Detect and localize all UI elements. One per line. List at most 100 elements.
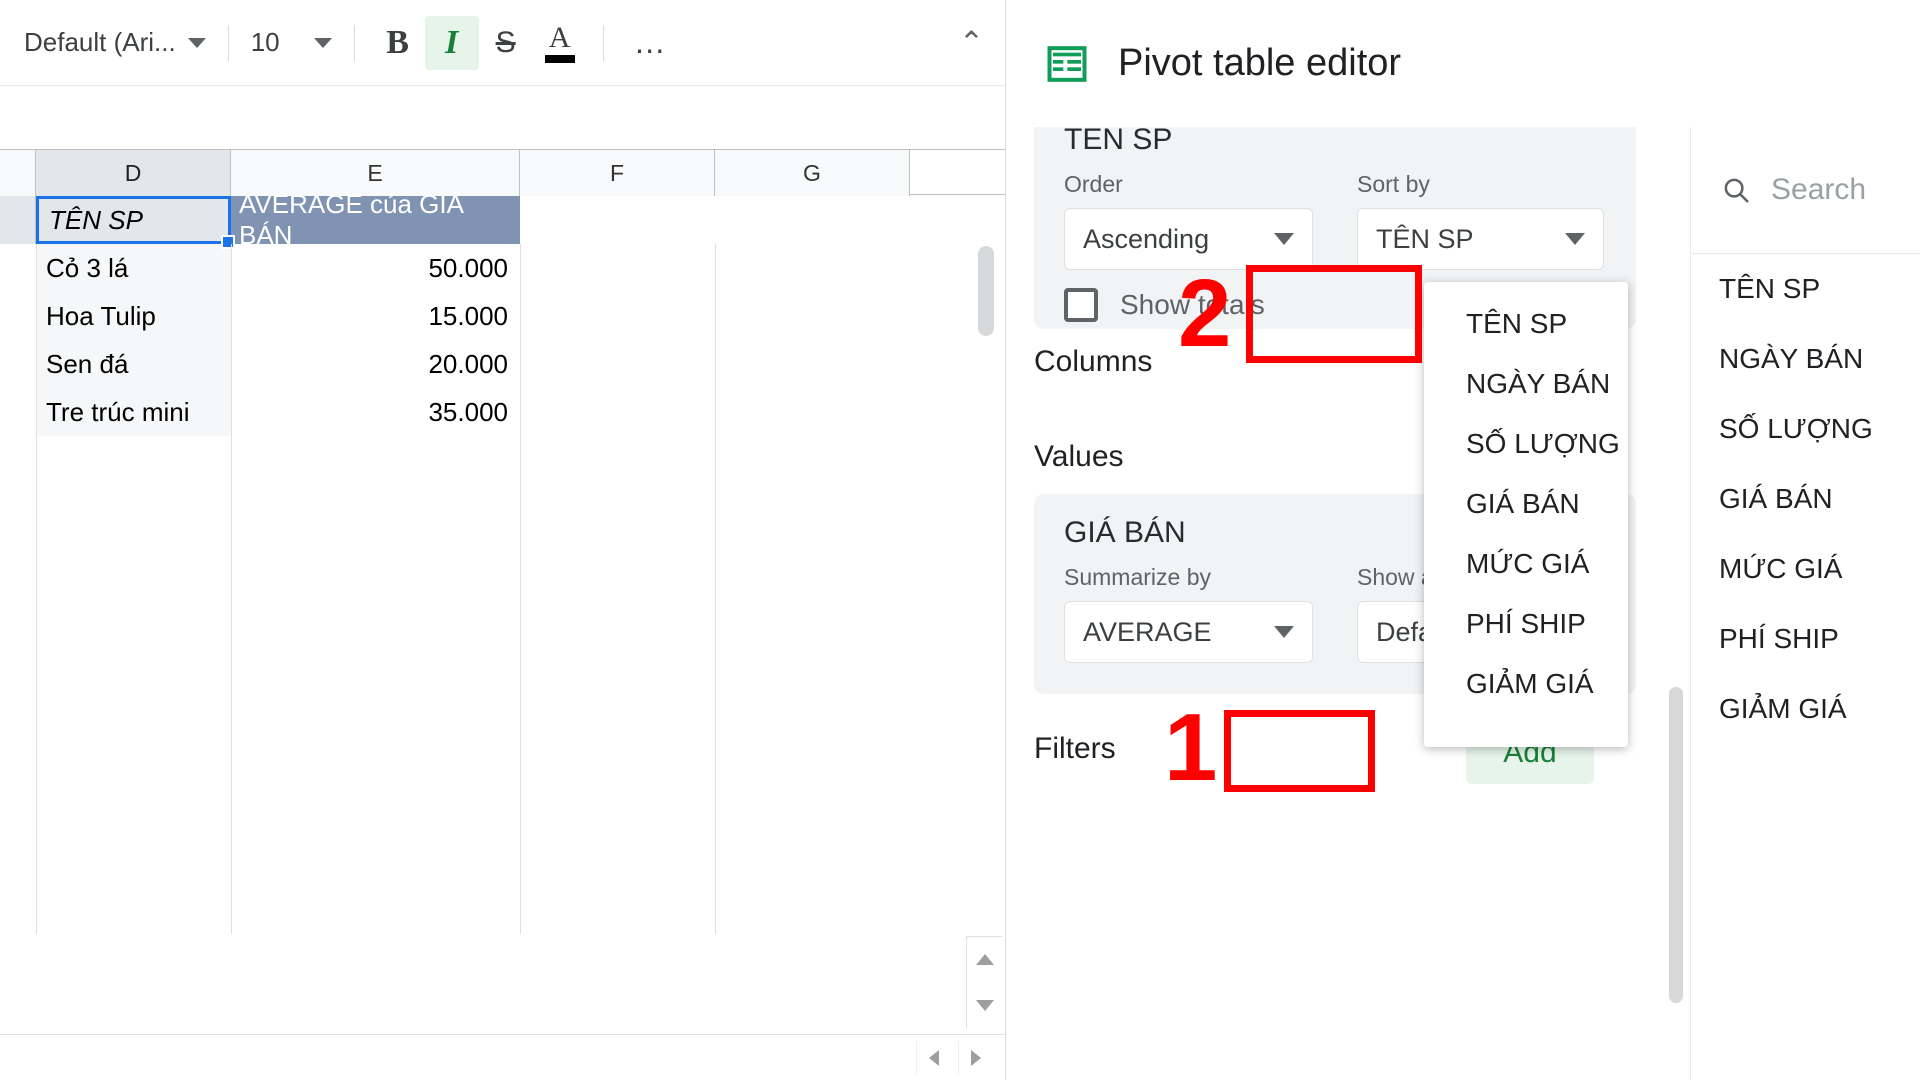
field-list-item-muc-gia[interactable]: MỨC GIÁ [1691, 534, 1920, 604]
scroll-right-button[interactable] [958, 1040, 992, 1075]
field-list-item-ngay-ban[interactable]: NGÀY BÁN [1691, 324, 1920, 394]
show-totals-checkbox[interactable] [1064, 288, 1098, 322]
text-color-button[interactable]: A [533, 16, 587, 70]
grid-area: D E F G TÊN SP AVERAGE của GIÁ BÁN Cỏ 3 … [0, 86, 1005, 1080]
cell-d-value[interactable]: Sen đá [36, 340, 231, 388]
italic-button[interactable]: I [424, 15, 479, 70]
order-label: Order [1064, 171, 1123, 197]
field-dropdown-menu: TÊN SP NGÀY BÁN SỐ LƯỢNG GIÁ BÁN MỨC GIÁ… [1424, 282, 1628, 747]
vertical-scrollbar[interactable] [978, 246, 994, 886]
sort-by-field: Sort by TÊN SP [1357, 171, 1604, 270]
search-input[interactable]: Search [1771, 173, 1866, 207]
scroll-up-icon[interactable] [975, 954, 994, 966]
menu-item-ten-sp[interactable]: TÊN SP [1424, 294, 1628, 354]
grid-cells: TÊN SP AVERAGE của GIÁ BÁN Cỏ 3 lá 50.00… [36, 189, 1005, 436]
rows-field-controls: Order Ascending Sort by TÊN SP [1064, 171, 1606, 270]
menu-item-gia-ban[interactable]: GIÁ BÁN [1424, 474, 1628, 534]
chevron-down-icon [1565, 233, 1585, 245]
rows-field-title: TÊN SP [1064, 127, 1173, 156]
field-list-item-ten-sp[interactable]: TÊN SP [1691, 254, 1920, 324]
row-header-selected[interactable] [0, 196, 36, 244]
cell-d-value[interactable]: Cỏ 3 lá [36, 244, 231, 292]
editor-body: TÊN SP Order Ascending Sort by TÊN SP Sh… [1006, 127, 1920, 1080]
strikethrough-button[interactable]: S [479, 16, 533, 70]
pivot-table-editor-panel: Pivot table editor TÊN SP Order Ascendin… [1006, 0, 1920, 1080]
menu-item-giam-gia[interactable]: GIẢM GIÁ [1424, 654, 1628, 714]
column-header-g[interactable]: G [715, 150, 910, 196]
grid-corner[interactable] [0, 150, 36, 196]
cell-d-value[interactable]: Hoa Tulip [36, 292, 231, 340]
summarize-by-field: Summarize by AVERAGE [1064, 564, 1313, 663]
cell-e-value[interactable]: 20.000 [231, 340, 520, 388]
summarize-by-select[interactable]: AVERAGE [1064, 601, 1313, 663]
cell-e-header[interactable]: AVERAGE của GIÁ BÁN [231, 189, 520, 250]
table-row: Tre trúc mini 35.000 [36, 388, 1005, 436]
text-color-swatch [544, 54, 575, 63]
summarize-by-value: AVERAGE [1083, 616, 1212, 647]
field-list-scrollbar-thumb[interactable] [1669, 687, 1683, 1003]
toolbar-divider [602, 24, 604, 61]
font-size-label: 10 [250, 27, 280, 57]
sort-by-select[interactable]: TÊN SP [1357, 208, 1604, 270]
search-field[interactable]: Search [1691, 127, 1920, 254]
field-list-item-phi-ship[interactable]: PHÍ SHIP [1691, 604, 1920, 674]
page-title: Pivot table editor [1118, 42, 1402, 84]
menu-item-phi-ship[interactable]: PHÍ SHIP [1424, 594, 1628, 654]
grid-gridline [36, 244, 37, 934]
annotation-box-add-button [1224, 710, 1375, 792]
cell-e-value[interactable]: 35.000 [231, 388, 520, 436]
horizontal-scrollbar[interactable] [0, 1034, 1005, 1080]
annotation-step-one: 1 [1164, 694, 1218, 801]
toolbar-divider [227, 24, 229, 61]
table-row: TÊN SP AVERAGE của GIÁ BÁN [36, 189, 1005, 250]
pivot-table-icon [1046, 44, 1088, 84]
formatting-toolbar: Default (Ari... 10 B I S A … ⌃ [0, 0, 1005, 86]
toolbar-divider [353, 24, 355, 61]
order-field: Order Ascending [1064, 171, 1313, 270]
chevron-down-icon [1274, 626, 1294, 638]
table-row: Cỏ 3 lá 50.000 [36, 244, 1005, 292]
field-list-item-so-luong[interactable]: SỐ LƯỢNG [1691, 394, 1920, 464]
vertical-scrollbar-thumb[interactable] [978, 246, 994, 336]
menu-item-so-luong[interactable]: SỐ LƯỢNG [1424, 414, 1628, 474]
cell-e-value[interactable]: 15.000 [231, 292, 520, 340]
search-icon [1721, 175, 1751, 205]
grid-gridline [715, 244, 716, 934]
font-size-selector[interactable]: 10 [245, 23, 338, 62]
table-row: Hoa Tulip 15.000 [36, 292, 1005, 340]
menu-item-muc-gia[interactable]: MỨC GIÁ [1424, 534, 1628, 594]
scroll-step-buttons [966, 936, 1002, 1028]
cell-e-value[interactable]: 50.000 [231, 244, 520, 292]
sort-by-label: Sort by [1357, 171, 1430, 197]
column-header-f[interactable]: F [520, 150, 715, 196]
font-family-selector[interactable]: Default (Ari... [18, 23, 212, 62]
chevron-down-icon [187, 37, 206, 48]
editor-header: Pivot table editor [1006, 0, 1920, 127]
fill-handle[interactable] [221, 235, 235, 249]
field-list-item-gia-ban[interactable]: GIÁ BÁN [1691, 464, 1920, 534]
annotation-box-ten-sp [1246, 265, 1422, 363]
scroll-down-icon[interactable] [975, 999, 994, 1011]
chevron-right-icon [970, 1049, 981, 1066]
cell-d-value[interactable]: Tre trúc mini [36, 388, 231, 436]
grid-gridline [520, 244, 521, 934]
collapse-toolbar-button[interactable]: ⌃ [959, 25, 984, 60]
menu-item-ngay-ban[interactable]: NGÀY BÁN [1424, 354, 1628, 414]
columns-section-label: Columns [1034, 345, 1153, 378]
field-list-item-giam-gia[interactable]: GIẢM GIÁ [1691, 674, 1920, 744]
bold-button[interactable]: B [371, 16, 425, 70]
chevron-down-icon [1274, 233, 1294, 245]
cell-d-header[interactable]: TÊN SP [36, 196, 235, 249]
filters-section-label: Filters [1034, 732, 1116, 765]
order-value: Ascending [1083, 223, 1210, 254]
grid-gridline [231, 244, 232, 934]
font-family-label: Default (Ari... [24, 27, 176, 57]
spreadsheet-pane: Default (Ari... 10 B I S A … ⌃ D E F G T… [0, 0, 1006, 1080]
more-options-button[interactable]: … [620, 24, 682, 61]
summarize-by-label: Summarize by [1064, 564, 1211, 590]
field-list-sidebar: Search TÊN SP NGÀY BÁN SỐ LƯỢNG GIÁ BÁN … [1669, 127, 1920, 1080]
table-row: Sen đá 20.000 [36, 340, 1005, 388]
column-header-d[interactable]: D [36, 150, 231, 196]
scroll-left-button[interactable] [916, 1040, 950, 1075]
values-section-label: Values [1034, 440, 1124, 473]
